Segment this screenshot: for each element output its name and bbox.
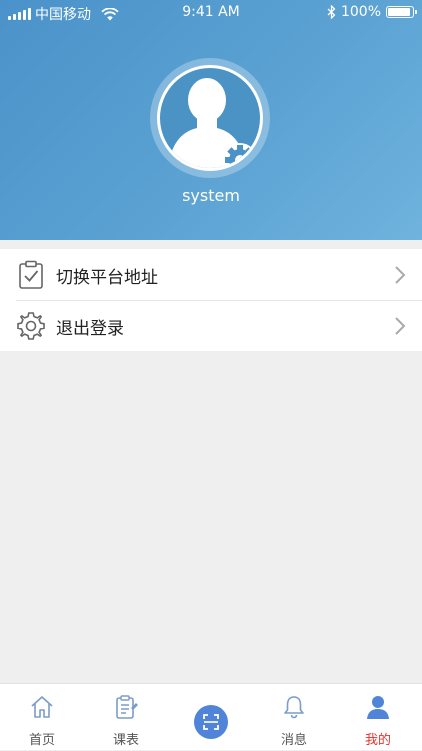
status-bar: 中国移动 9:41 AM 100% <box>0 0 422 24</box>
user-icon <box>367 696 389 719</box>
tab-messages[interactable]: 消息 <box>259 684 329 751</box>
username: system <box>182 186 240 205</box>
settings-menu: 切换平台地址 退出登录 <box>0 249 422 351</box>
bluetooth-icon <box>327 5 336 19</box>
scan-button[interactable] <box>194 705 228 739</box>
tab-schedule[interactable]: 课表 <box>91 684 161 751</box>
tab-bar: 首页 课表 消息 我的 <box>0 683 422 750</box>
tab-label: 首页 <box>28 733 55 748</box>
bell-icon <box>284 696 304 719</box>
menu-item-label: 退出登录 <box>56 319 124 339</box>
chevron-right-icon <box>395 266 406 284</box>
gear-icon <box>17 312 45 340</box>
schedule-icon <box>116 695 138 719</box>
profile-header: 中国移动 9:41 AM 100% system <box>0 0 422 240</box>
tab-label: 消息 <box>280 733 307 748</box>
battery-percent: 100% <box>340 4 381 20</box>
scan-icon <box>203 714 219 730</box>
menu-item-switch-platform[interactable]: 切换平台地址 <box>0 249 422 300</box>
battery-fill <box>388 8 410 16</box>
clipboard-check-icon <box>19 260 43 289</box>
tab-home[interactable]: 首页 <box>7 684 77 751</box>
home-icon <box>31 696 53 718</box>
menu-item-logout[interactable]: 退出登录 <box>0 300 422 351</box>
avatar[interactable] <box>157 65 263 171</box>
avatar-ring[interactable] <box>150 58 270 178</box>
chevron-right-icon <box>395 317 406 335</box>
tab-label: 我的 <box>364 733 391 748</box>
battery-icon <box>386 6 417 18</box>
user-settings-avatar-icon <box>168 78 257 168</box>
tab-mine[interactable]: 我的 <box>343 684 413 751</box>
tab-label: 课表 <box>112 733 139 748</box>
menu-item-label: 切换平台地址 <box>56 268 158 288</box>
